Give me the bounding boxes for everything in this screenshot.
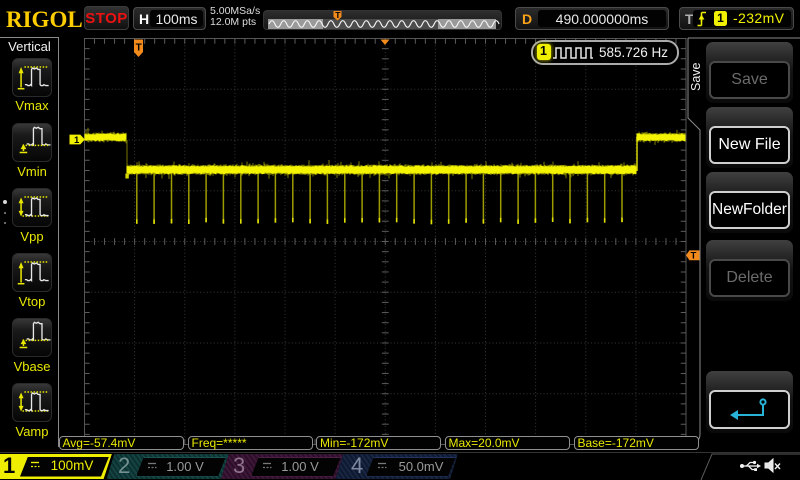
svg-text:T: T: [136, 43, 142, 54]
svg-text:1: 1: [74, 135, 80, 146]
svg-text:T: T: [335, 10, 341, 20]
